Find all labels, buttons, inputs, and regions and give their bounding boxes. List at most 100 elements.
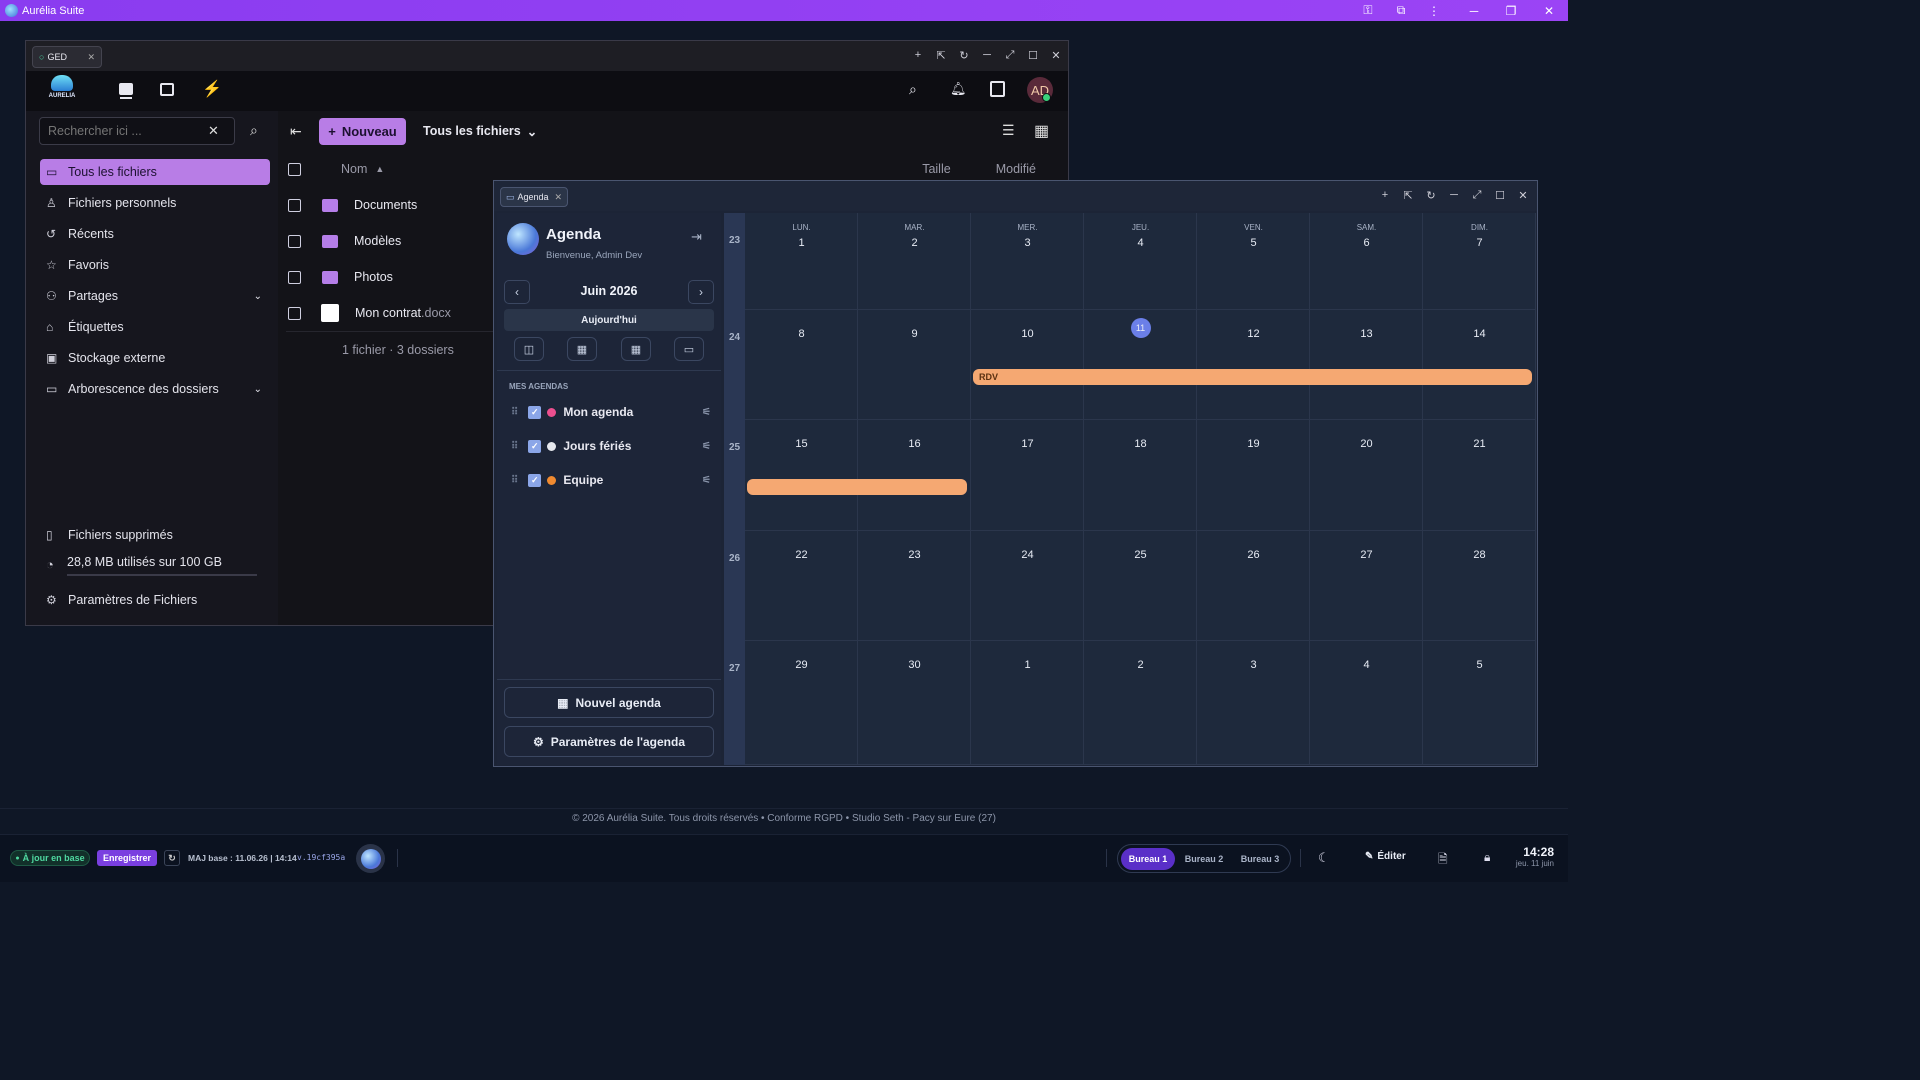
day-cell[interactable] — [1197, 420, 1310, 531]
minimize-icon[interactable]: ─ — [979, 49, 995, 61]
file-name[interactable]: Photos — [354, 270, 393, 284]
search-icon[interactable]: ⌕ — [250, 122, 258, 139]
week-number[interactable]: 27 — [724, 663, 745, 674]
file-name[interactable]: Mon contrat — [355, 306, 421, 320]
day-cell[interactable] — [1310, 213, 1423, 310]
collapse-sidebar-icon[interactable]: ⇤ — [290, 123, 302, 140]
row-checkbox[interactable] — [288, 198, 301, 212]
week-number[interactable]: 25 — [724, 442, 745, 453]
day-number[interactable]: 5 — [1470, 659, 1490, 671]
day-cell[interactable] — [971, 531, 1084, 641]
sidebar-toggle-icon[interactable]: ◫ — [514, 337, 544, 361]
event-bar[interactable] — [747, 479, 967, 495]
nav-external-storage[interactable]: ▣ Stockage externe — [40, 345, 270, 371]
day-number[interactable]: 1 — [792, 237, 812, 249]
select-all-checkbox[interactable] — [288, 162, 301, 176]
restore-icon[interactable]: ❐ — [1496, 0, 1526, 21]
day-number[interactable]: 2 — [1131, 659, 1151, 671]
view-selector[interactable]: Tous les fichiers ⌄ — [423, 124, 537, 139]
contacts-icon[interactable] — [990, 81, 1005, 97]
save-button[interactable]: Enregistrer — [97, 850, 157, 866]
nav-favorites[interactable]: ☆ Favoris — [40, 252, 270, 278]
storage-usage[interactable]: ◔ 28,8 MB utilisés sur 100 GB — [40, 551, 270, 581]
next-month-button[interactable]: › — [688, 280, 714, 304]
day-number[interactable]: 16 — [905, 438, 925, 450]
sliders-icon[interactable]: ⚟ — [702, 475, 711, 486]
day-number[interactable]: 3 — [1018, 237, 1038, 249]
month-view-icon[interactable]: ▭ — [674, 337, 704, 361]
tab-close-icon[interactable]: ✕ — [554, 192, 562, 203]
refresh-icon[interactable]: ↻ — [956, 49, 972, 62]
day-number[interactable]: 20 — [1357, 438, 1377, 450]
row-checkbox[interactable] — [288, 270, 301, 284]
minimize-icon[interactable]: ─ — [1446, 189, 1462, 201]
nav-recent[interactable]: ↺ Récents — [40, 221, 270, 247]
agenda-tab[interactable]: ▭ Agenda ✕ — [500, 187, 568, 207]
week-number[interactable]: 26 — [724, 553, 745, 564]
day-view-icon[interactable]: ▦ — [567, 337, 597, 361]
nav-shares[interactable]: ⚇ Partages ⌄ — [40, 283, 270, 309]
day-number[interactable]: 2 — [905, 237, 925, 249]
file-name[interactable]: Modèles — [354, 234, 401, 248]
desktop-1-button[interactable]: Bureau 1 — [1121, 848, 1175, 870]
close-icon[interactable]: ✕ — [1515, 189, 1531, 202]
day-cell[interactable] — [858, 213, 971, 310]
day-cell[interactable] — [1423, 420, 1536, 531]
refresh-icon[interactable]: ↻ — [164, 850, 180, 866]
day-number[interactable]: 3 — [1244, 659, 1264, 671]
event-bar[interactable]: RDV — [973, 369, 1532, 385]
week-number[interactable]: 24 — [724, 332, 745, 343]
checkbox[interactable]: ✓ — [528, 439, 542, 453]
today-button[interactable]: Aujourd'hui — [504, 309, 714, 331]
bell-icon[interactable]: 🔔︎ — [950, 81, 967, 97]
day-cell[interactable] — [858, 420, 971, 531]
day-cell[interactable] — [1423, 310, 1536, 420]
day-cell[interactable] — [1197, 213, 1310, 310]
day-cell[interactable] — [1197, 531, 1310, 641]
day-number[interactable]: 30 — [905, 659, 925, 671]
day-cell[interactable] — [971, 420, 1084, 531]
drag-handle-icon[interactable]: ⠿ — [511, 407, 518, 418]
day-cell[interactable] — [1084, 213, 1197, 310]
fullscreen-icon[interactable]: ⤢ — [1469, 189, 1485, 202]
checkbox[interactable]: ✓ — [528, 473, 542, 487]
day-number[interactable]: 17 — [1018, 438, 1038, 450]
search-icon[interactable]: ⌕ — [909, 81, 917, 98]
aurelia-logo[interactable]: AURELIA — [46, 75, 78, 107]
day-number[interactable]: 10 — [1018, 328, 1038, 340]
clear-icon[interactable]: ✕ — [208, 123, 219, 139]
column-modified[interactable]: Modifié — [996, 162, 1036, 176]
more-menu-icon[interactable]: ⋮ — [1419, 0, 1449, 21]
week-number[interactable]: 23 — [724, 235, 745, 246]
logout-icon[interactable]: ⇥ — [691, 229, 702, 245]
day-number[interactable]: 9 — [905, 328, 925, 340]
day-cell[interactable] — [745, 213, 858, 310]
day-cell[interactable] — [971, 310, 1084, 420]
day-number[interactable]: 5 — [1244, 237, 1264, 249]
search-input[interactable] — [48, 124, 208, 138]
day-cell[interactable] — [1197, 310, 1310, 420]
day-cell[interactable] — [1423, 531, 1536, 641]
day-number[interactable]: 7 — [1470, 237, 1490, 249]
calendar-item-equipe[interactable]: ⠿ ✓ Equipe ⚟ — [511, 467, 711, 493]
day-number[interactable]: 14 — [1470, 328, 1490, 340]
day-cell[interactable] — [1310, 420, 1423, 531]
today-marker[interactable]: 11 — [1130, 318, 1151, 338]
day-cell[interactable] — [971, 213, 1084, 310]
filter-icon[interactable]: ☰ — [1002, 122, 1015, 139]
nav-files-settings[interactable]: ⚙ Paramètres de Fichiers — [40, 587, 270, 613]
day-cell[interactable] — [1310, 310, 1423, 420]
calendar-item-mon-agenda[interactable]: ⠿ ✓ Mon agenda ⚟ — [511, 399, 711, 425]
day-number[interactable]: 23 — [905, 549, 925, 561]
day-number[interactable]: 25 — [1131, 549, 1151, 561]
nav-folder-tree[interactable]: ▭ Arborescence des dossiers ⌄ — [40, 376, 270, 402]
close-icon[interactable]: ✕ — [1048, 49, 1064, 62]
column-name[interactable]: Nom — [341, 162, 367, 176]
desktop-2-button[interactable]: Bureau 2 — [1177, 848, 1231, 870]
day-cell[interactable] — [1310, 531, 1423, 641]
day-number[interactable]: 29 — [792, 659, 812, 671]
row-checkbox[interactable] — [288, 306, 301, 320]
chevron-down-icon[interactable]: ⌄ — [254, 291, 262, 302]
prev-month-button[interactable]: ‹ — [504, 280, 530, 304]
nav-tags[interactable]: ⌂ Étiquettes — [40, 314, 270, 340]
